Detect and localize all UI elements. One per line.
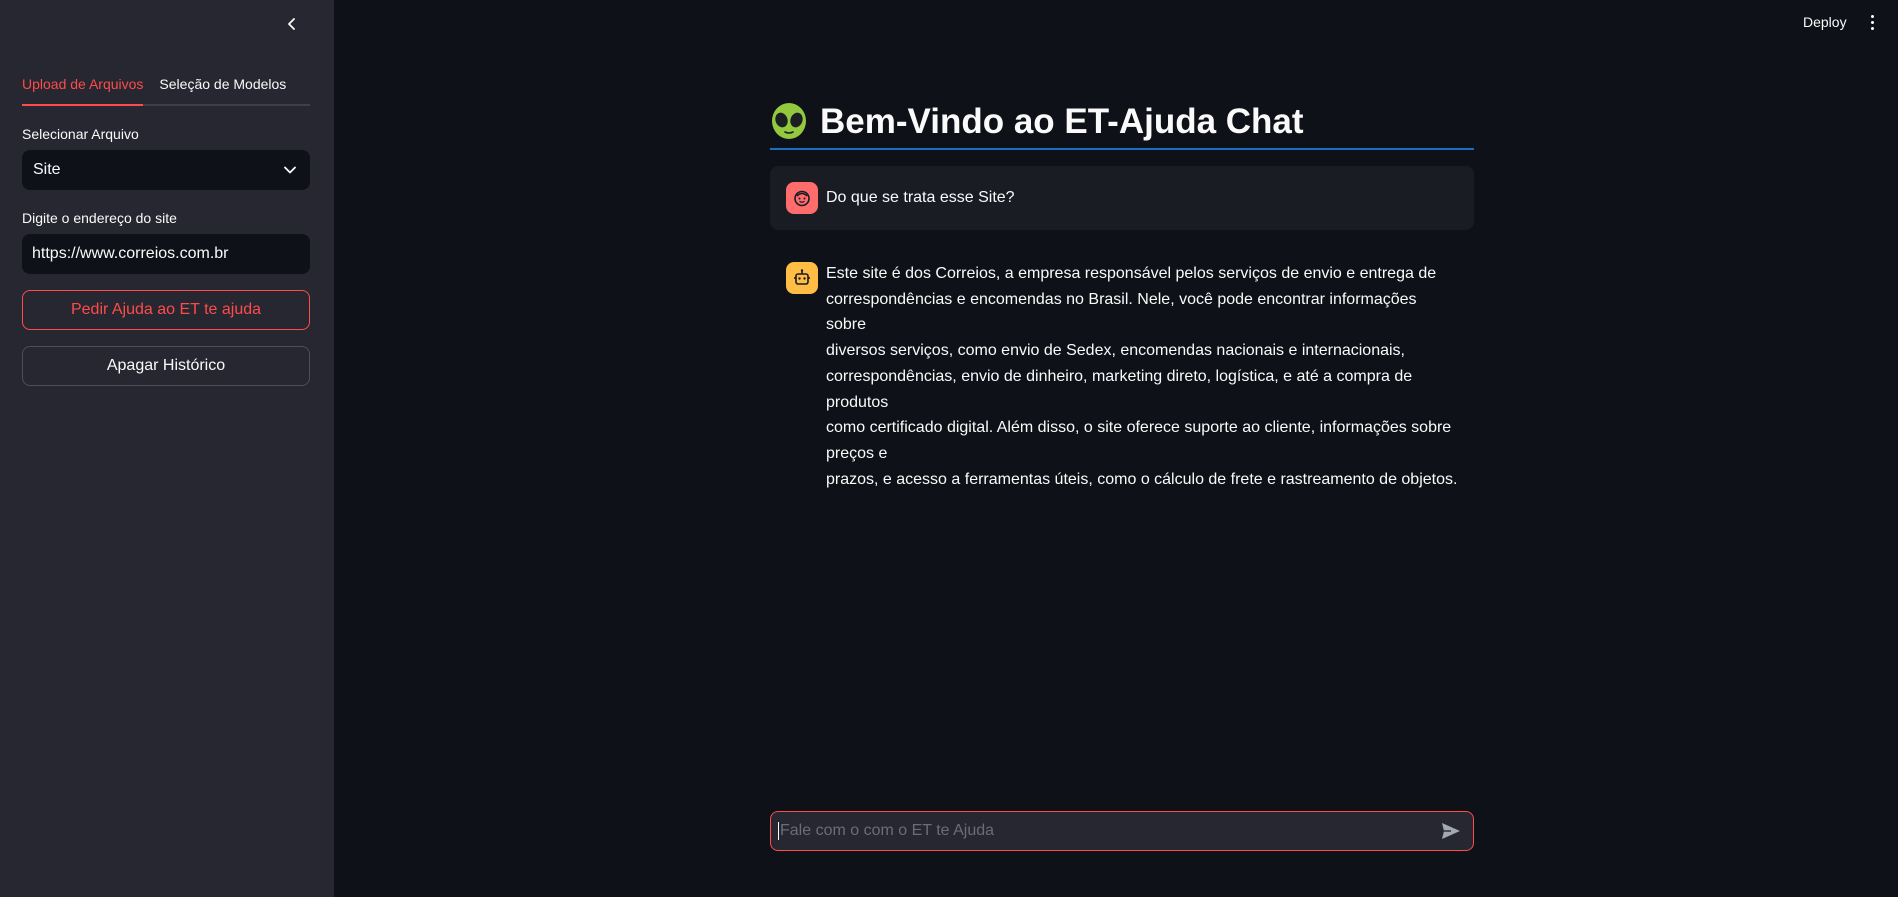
user-message-text: Do que se trata esse Site? xyxy=(826,189,1015,206)
sidebar-tabs: Upload de Arquivos Seleção de Modelos xyxy=(22,76,310,106)
assistant-message-text: Este site é dos Correios, a empresa resp… xyxy=(826,261,1458,492)
deploy-button[interactable]: Deploy xyxy=(1803,14,1847,30)
assistant-message-line: como certificado digital. Além disso, o … xyxy=(826,419,1452,462)
clear-history-button[interactable]: Apagar Histórico xyxy=(22,346,310,386)
assistant-message-line: Este site é dos Correios, a empresa resp… xyxy=(826,265,1437,282)
robot-icon xyxy=(794,269,810,285)
chat-input-container xyxy=(770,811,1474,851)
chat-input[interactable] xyxy=(780,822,1439,840)
alien-icon xyxy=(772,103,806,139)
assistant-message-line: correspondências, envio de dinheiro, mar… xyxy=(826,367,1413,411)
text-caret xyxy=(778,822,779,840)
help-button[interactable]: Pedir Ajuda ao ET te ajuda xyxy=(22,290,310,330)
page-header: Bem-Vindo ao ET-Ajuda Chat xyxy=(770,96,1474,150)
file-type-select[interactable]: Site xyxy=(22,150,310,190)
user-avatar xyxy=(786,182,818,214)
tab-upload-de-arquivos[interactable]: Upload de Arquivos xyxy=(22,76,144,106)
assistant-message-line: diversos serviços, como envio de Sedex, … xyxy=(826,342,1405,360)
tab-selecao-de-modelos[interactable]: Seleção de Modelos xyxy=(159,76,286,104)
chat-message-user: Do que se trata esse Site? xyxy=(770,166,1474,230)
assistant-message-line: correspondências e encomendas no Brasil.… xyxy=(826,290,1417,334)
collapse-sidebar-button[interactable] xyxy=(282,14,302,34)
chevron-down-icon xyxy=(284,166,296,174)
page-title: Bem-Vindo ao ET-Ajuda Chat xyxy=(820,102,1304,141)
chevron-left-icon xyxy=(288,18,295,30)
url-input[interactable]: https://www.correios.com.br xyxy=(22,234,310,274)
send-icon xyxy=(1442,823,1460,839)
file-select-label: Selecionar Arquivo xyxy=(22,126,139,142)
url-input-label: Digite o endereço do site xyxy=(22,210,177,226)
assistant-avatar xyxy=(786,262,818,294)
user-face-icon xyxy=(794,190,810,207)
sidebar: Upload de Arquivos Seleção de Modelos Se… xyxy=(0,0,334,897)
file-type-select-value: Site xyxy=(33,161,61,178)
kebab-menu-icon[interactable] xyxy=(1864,12,1880,32)
assistant-message-line: prazos, e acesso a ferramentas úteis, co… xyxy=(826,470,1458,488)
app-root: Upload de Arquivos Seleção de Modelos Se… xyxy=(0,0,1898,897)
send-button[interactable] xyxy=(1439,819,1463,843)
chat-message-assistant: Este site é dos Correios, a empresa resp… xyxy=(770,246,1474,508)
